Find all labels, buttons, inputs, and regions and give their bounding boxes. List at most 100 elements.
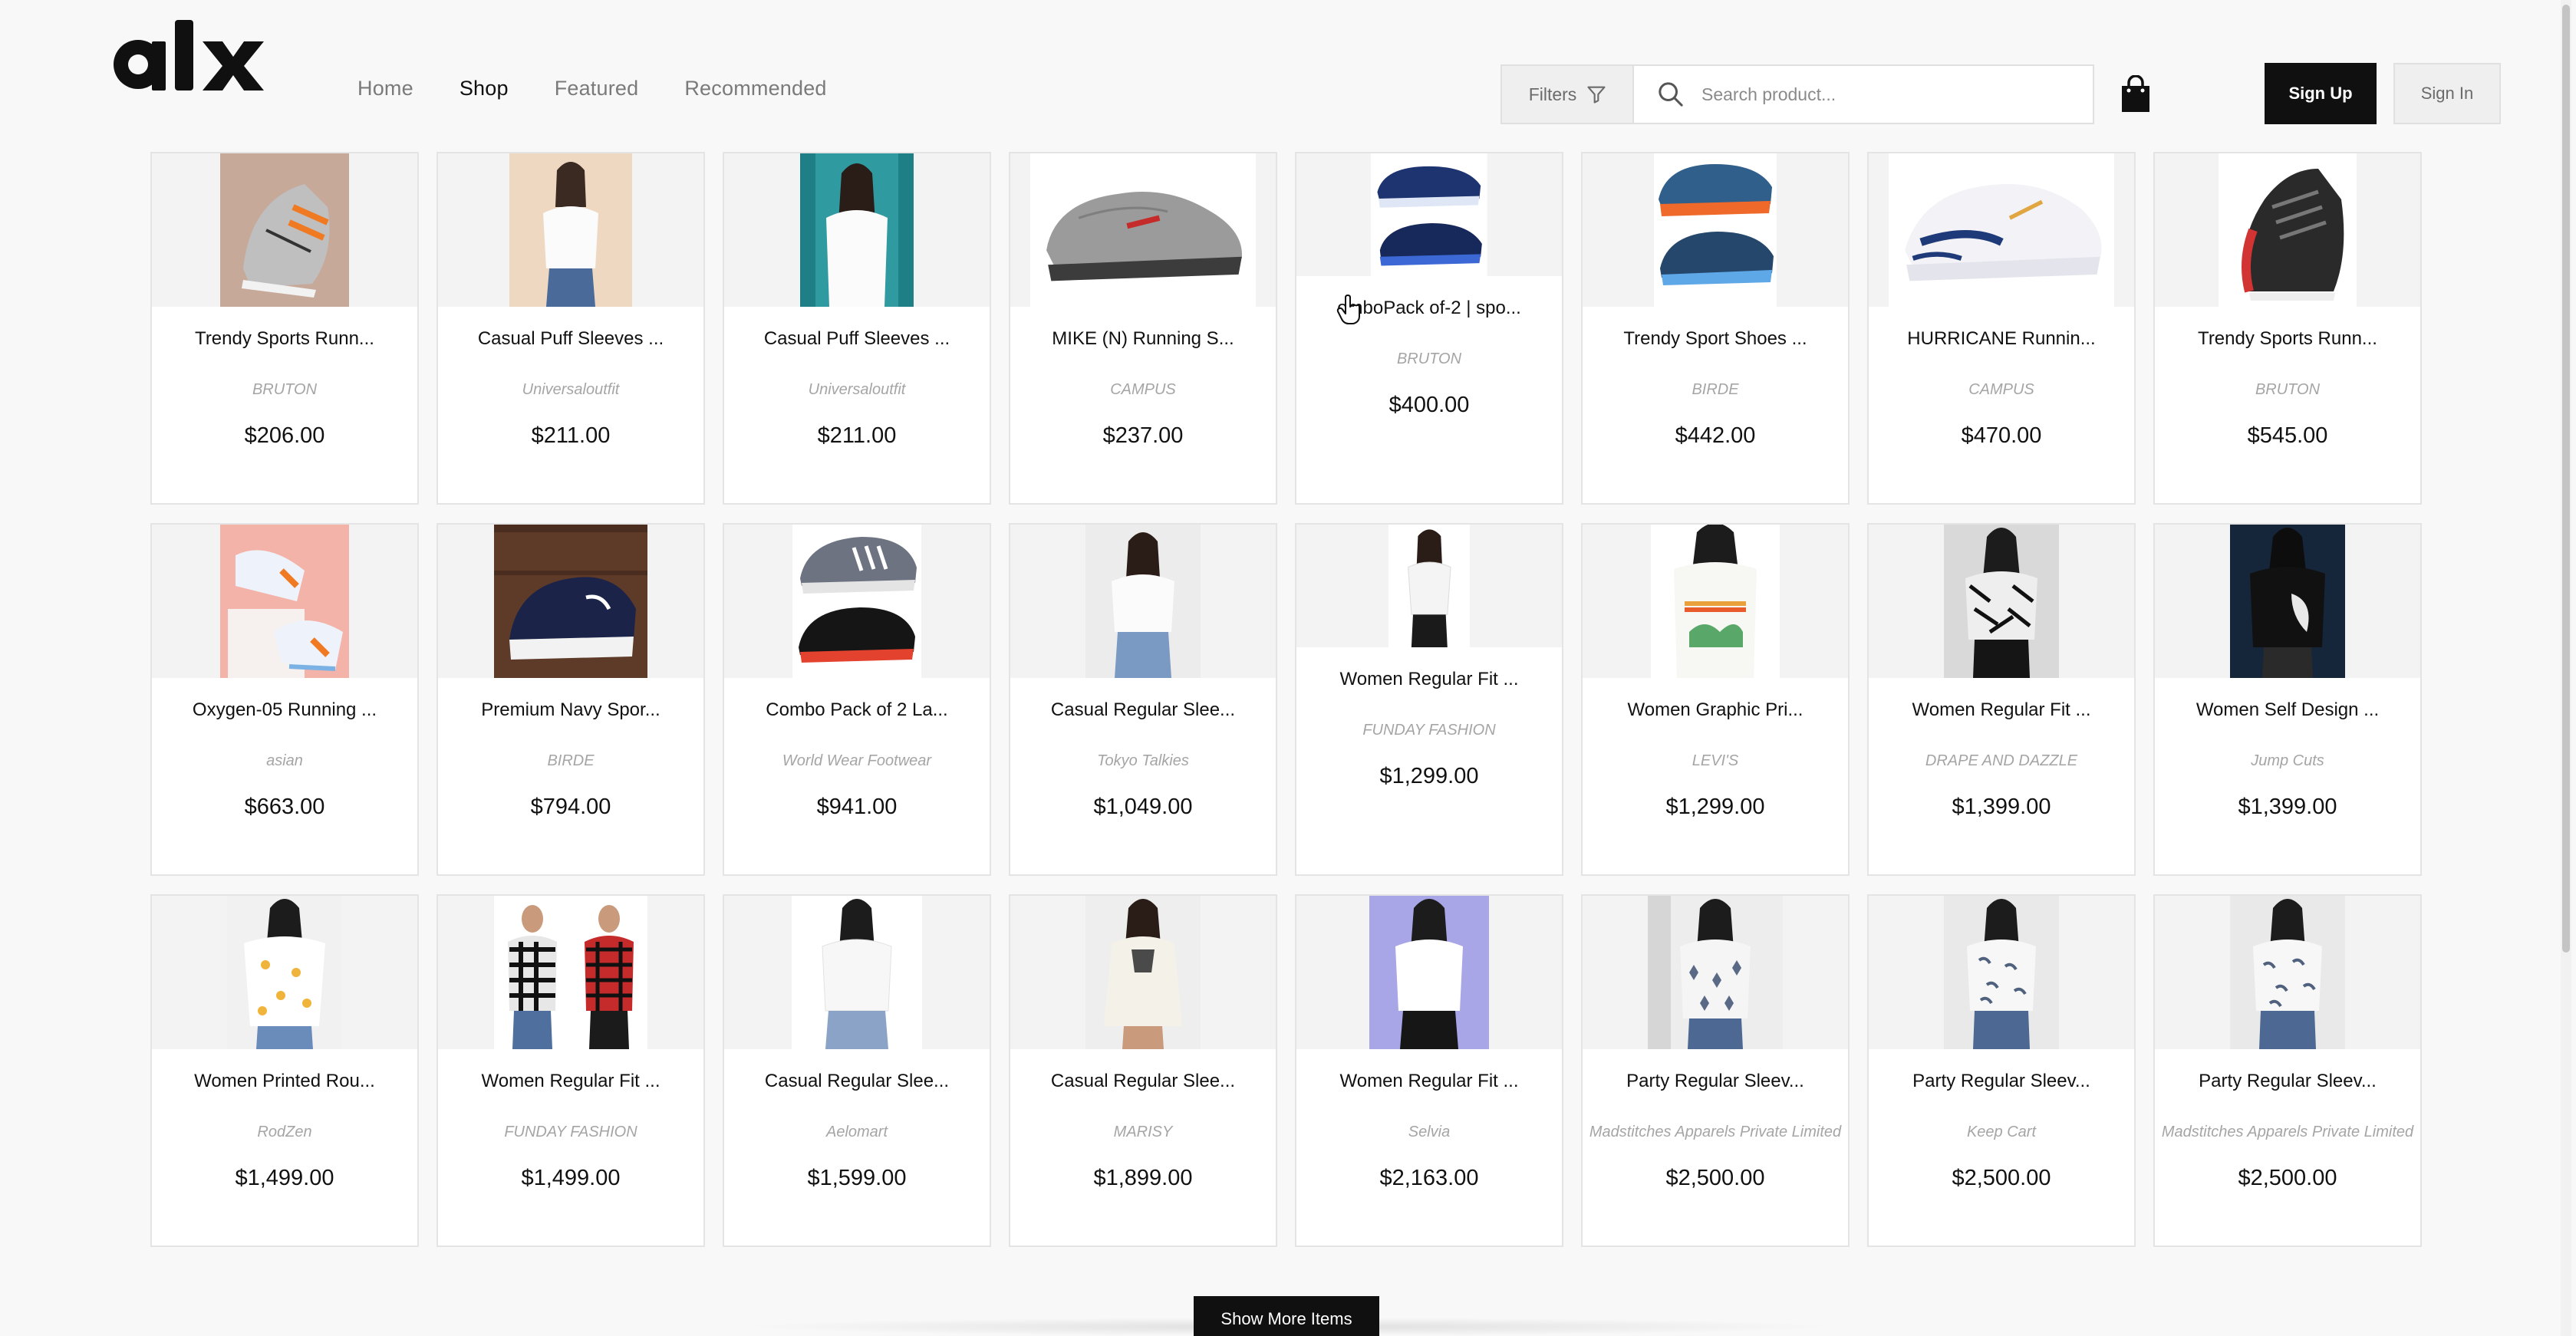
- product-brand: BIRDE: [1692, 381, 1739, 398]
- filter-funnel-icon: [1587, 86, 1606, 104]
- show-more-button[interactable]: Show More Items: [1194, 1296, 1379, 1336]
- product-image: [1583, 153, 1848, 307]
- product-card[interactable]: omboPack of-2 | spo... BRUTON $400.00: [1295, 152, 1563, 505]
- product-card[interactable]: MIKE (N) Running S... CAMPUS $237.00: [1009, 152, 1277, 505]
- product-image: [152, 896, 417, 1049]
- product-price: $794.00: [530, 795, 611, 819]
- product-card[interactable]: Party Regular Sleev... Madstitches Appar…: [2153, 894, 2422, 1247]
- product-price: $211.00: [817, 423, 897, 448]
- product-price: $400.00: [1388, 393, 1470, 417]
- product-brand: Tokyo Talkies: [1097, 752, 1189, 769]
- product-card[interactable]: Women Regular Fit ... Selvia $2,163.00: [1295, 894, 1563, 1247]
- product-image: [1583, 525, 1848, 678]
- woman-printed-tee-image: [227, 896, 342, 1049]
- product-image: [724, 896, 990, 1049]
- nav-recommended[interactable]: Recommended: [684, 77, 826, 100]
- product-price: $206.00: [244, 423, 325, 448]
- product-card[interactable]: Oxygen-05 Running ... asian $663.00: [150, 523, 419, 876]
- shop-page: Home Shop Featured Recommended Filters S…: [0, 0, 2576, 1336]
- shopping-bag-icon[interactable]: [2119, 75, 2153, 114]
- product-brand: Universaloutfit: [808, 381, 906, 398]
- product-name: Women Printed Rou...: [194, 1071, 375, 1091]
- product-name: Combo Pack of 2 La...: [766, 699, 948, 720]
- product-card[interactable]: Women Regular Fit ... FUNDAY FASHION $1,…: [436, 894, 705, 1247]
- product-card[interactable]: Women Graphic Pri... LEVI'S $1,299.00: [1581, 523, 1850, 876]
- product-brand: BRUTON: [1396, 350, 1462, 367]
- product-card[interactable]: Premium Navy Spor... BIRDE $794.00: [436, 523, 705, 876]
- product-name: Women Graphic Pri...: [1627, 699, 1804, 720]
- product-card[interactable]: Trendy Sport Shoes ... BIRDE $442.00: [1581, 152, 1850, 505]
- product-image: [1296, 525, 1562, 647]
- shoe-navy-wood-image: [494, 525, 647, 678]
- product-card[interactable]: Women Regular Fit ... DRAPE AND DAZZLE $…: [1867, 523, 2136, 876]
- product-image: [1010, 153, 1276, 307]
- nav-home[interactable]: Home: [357, 77, 413, 100]
- product-price: $470.00: [1961, 423, 2042, 448]
- product-card[interactable]: Casual Regular Slee... Tokyo Talkies $1,…: [1009, 523, 1277, 876]
- women-check-shirts-image: [494, 896, 647, 1049]
- alx-logo[interactable]: [109, 17, 267, 97]
- shoe-white-orange-pink-image: [220, 525, 349, 678]
- search-input[interactable]: [1701, 84, 2054, 105]
- woman-white-shirt-image: [1388, 525, 1471, 647]
- nav-shop[interactable]: Shop: [460, 77, 509, 100]
- product-price: $237.00: [1102, 423, 1184, 448]
- product-image: [1296, 153, 1562, 276]
- product-image: [438, 153, 703, 307]
- product-card[interactable]: Party Regular Sleev... Keep Cart $2,500.…: [1867, 894, 2136, 1247]
- product-name: Premium Navy Spor...: [481, 699, 660, 720]
- product-brand: CAMPUS: [1968, 381, 2034, 398]
- product-name: omboPack of-2 | spo...: [1337, 298, 1521, 318]
- product-name: Trendy Sport Shoes ...: [1623, 328, 1807, 349]
- product-card[interactable]: Casual Regular Slee... MARISY $1,899.00: [1009, 894, 1277, 1247]
- product-card[interactable]: Trendy Sports Runn... BRUTON $545.00: [2153, 152, 2422, 505]
- product-name: Oxygen-05 Running ...: [192, 699, 377, 720]
- woman-white-top-teal-image: [800, 153, 914, 307]
- product-price: $1,299.00: [1379, 764, 1479, 788]
- search-bar: [1632, 64, 2094, 124]
- product-name: Party Regular Sleev...: [1626, 1071, 1804, 1091]
- product-card[interactable]: Women Regular Fit ... FUNDAY FASHION $1,…: [1295, 523, 1563, 876]
- product-name: Women Regular Fit ...: [1339, 669, 1519, 689]
- product-image: [724, 153, 990, 307]
- product-card[interactable]: Women Self Design ... Jump Cuts $1,399.0…: [2153, 523, 2422, 876]
- product-brand: Jump Cuts: [2251, 752, 2324, 769]
- product-brand: LEVI'S: [1692, 752, 1739, 769]
- product-brand: Madstitches Apparels Private Limited: [1589, 1124, 1842, 1140]
- product-image: [1010, 896, 1276, 1049]
- product-brand: Madstitches Apparels Private Limited: [2161, 1124, 2414, 1140]
- product-image: [2155, 153, 2420, 307]
- product-name: Women Regular Fit ...: [481, 1071, 660, 1091]
- product-card[interactable]: Party Regular Sleev... Madstitches Appar…: [1581, 894, 1850, 1247]
- filters-button[interactable]: Filters: [1500, 64, 1634, 124]
- product-card[interactable]: Casual Puff Sleeves ... Universaloutfit …: [723, 152, 991, 505]
- product-grid: Trendy Sports Runn... BRUTON $206.00 Cas…: [150, 152, 2422, 1247]
- shoes-navy-pair-image: [1371, 153, 1487, 276]
- search-icon: [1659, 82, 1683, 107]
- product-name: Casual Puff Sleeves ...: [763, 328, 950, 349]
- product-brand: BRUTON: [2255, 381, 2321, 398]
- product-image: [724, 525, 990, 678]
- product-card[interactable]: Casual Regular Slee... Aelomart $1,599.0…: [723, 894, 991, 1247]
- product-brand: asian: [266, 752, 303, 769]
- product-image: [1010, 525, 1276, 678]
- scrollbar-thumb[interactable]: [2562, 5, 2570, 953]
- shoes-blue-orange-pair-image: [1654, 153, 1777, 307]
- product-card[interactable]: HURRICANE Runnin... CAMPUS $470.00: [1867, 152, 2136, 505]
- woman-graphic-tee-image: [1651, 525, 1780, 678]
- woman-white-blouse-image: [1085, 525, 1201, 678]
- product-name: Party Regular Sleev...: [1912, 1071, 2090, 1091]
- sign-in-button[interactable]: Sign In: [2393, 63, 2501, 124]
- product-card[interactable]: Combo Pack of 2 La... World Wear Footwea…: [723, 523, 991, 876]
- product-brand: FUNDAY FASHION: [504, 1124, 637, 1140]
- page-scrollbar[interactable]: [2561, 0, 2571, 1336]
- woman-black-top-image: [2230, 525, 2345, 678]
- sign-up-button[interactable]: Sign Up: [2265, 63, 2377, 124]
- nav-featured[interactable]: Featured: [555, 77, 639, 100]
- product-card[interactable]: Trendy Sports Runn... BRUTON $206.00: [150, 152, 419, 505]
- product-card[interactable]: Women Printed Rou... RodZen $1,499.00: [150, 894, 419, 1247]
- product-name: Women Regular Fit ...: [1912, 699, 2091, 720]
- product-price: $941.00: [816, 795, 898, 819]
- product-price: $1,299.00: [1665, 795, 1765, 819]
- product-card[interactable]: Casual Puff Sleeves ... Universaloutfit …: [436, 152, 705, 505]
